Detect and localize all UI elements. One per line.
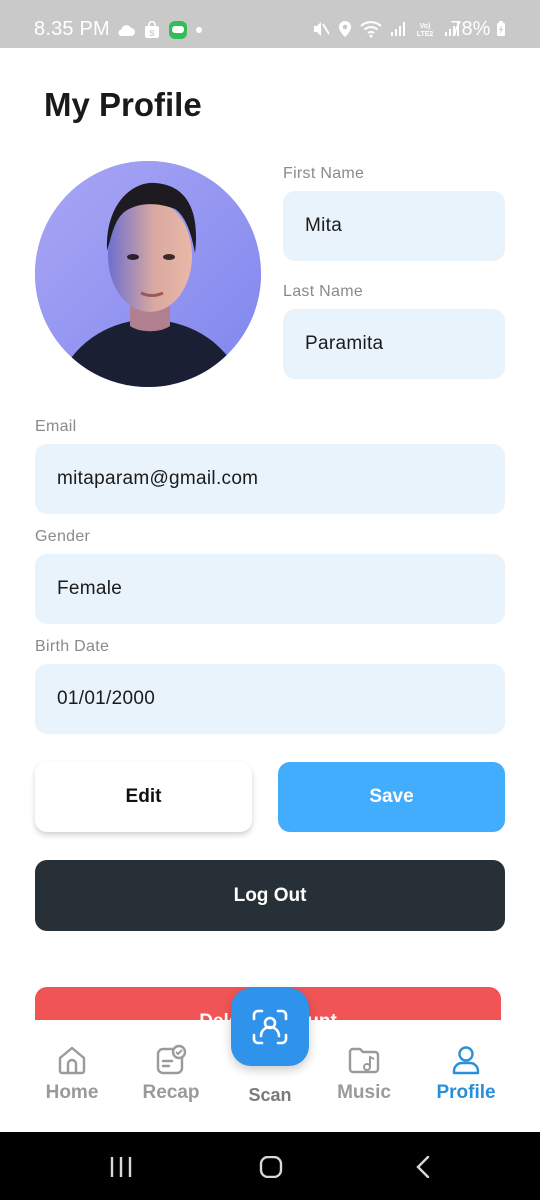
- gender-label: Gender: [35, 528, 91, 545]
- chat-app-icon: [169, 21, 187, 39]
- nav-profile-label: Profile: [436, 1082, 496, 1103]
- birth-date-value: 01/01/2000: [57, 688, 156, 709]
- recent-apps-icon[interactable]: [109, 1156, 133, 1178]
- volte-icon: Vo)LTE2: [417, 23, 434, 38]
- location-icon: [339, 21, 351, 37]
- status-left-icons: S: [116, 20, 202, 40]
- cloud-icon: [118, 25, 135, 36]
- last-name-value: Paramita: [305, 333, 384, 354]
- battery-percent: 78%: [450, 18, 491, 40]
- birth-date-label: Birth Date: [35, 638, 110, 655]
- birth-date-field[interactable]: 01/01/2000: [35, 664, 505, 734]
- battery-level: 78%: [450, 18, 506, 41]
- email-field[interactable]: mitaparam@gmail.com: [35, 444, 505, 514]
- nav-music[interactable]: Music: [314, 1044, 414, 1104]
- first-name-field[interactable]: Mita: [283, 191, 505, 261]
- email-value: mitaparam@gmail.com: [57, 468, 259, 489]
- nav-home[interactable]: Home: [22, 1044, 122, 1104]
- gender-value: Female: [57, 578, 123, 599]
- edit-button[interactable]: Edit: [35, 762, 252, 832]
- status-right-icons: Vo) LTE2: [312, 20, 460, 38]
- nav-recap-label: Recap: [142, 1082, 200, 1103]
- face-scan-icon: [252, 1009, 288, 1045]
- first-name-label: First Name: [283, 165, 365, 182]
- nav-music-label: Music: [337, 1082, 391, 1103]
- back-icon[interactable]: [414, 1156, 432, 1178]
- recap-icon: [156, 1044, 187, 1075]
- logout-button[interactable]: Log Out: [35, 860, 505, 931]
- page-title: My Profile: [44, 86, 202, 123]
- svg-text:LTE2: LTE2: [417, 31, 434, 38]
- mute-icon: [314, 22, 330, 36]
- battery-charging-icon: [497, 21, 505, 36]
- email-label: Email: [35, 418, 77, 435]
- home-button-icon[interactable]: [259, 1156, 283, 1178]
- nav-profile[interactable]: Profile: [416, 1044, 516, 1104]
- svg-text:Vo): Vo): [420, 23, 431, 30]
- save-button[interactable]: Save: [278, 762, 505, 832]
- last-name-label: Last Name: [283, 283, 364, 300]
- nav-home-label: Home: [45, 1082, 99, 1103]
- home-icon: [58, 1046, 86, 1075]
- scan-button[interactable]: [231, 988, 309, 1066]
- last-name-field[interactable]: Paramita: [283, 309, 505, 379]
- wifi-icon: [360, 21, 382, 38]
- svg-text:S: S: [149, 29, 155, 38]
- system-nav-bar: [0, 1132, 540, 1200]
- status-time: 8.35 PM: [34, 18, 110, 40]
- avatar[interactable]: [35, 161, 261, 387]
- gender-field[interactable]: Female: [35, 554, 505, 624]
- signal-icon: [391, 22, 405, 36]
- shopping-bag-icon: S: [145, 21, 159, 38]
- profile-icon: [452, 1046, 480, 1075]
- nav-scan-label: Scan: [248, 1085, 292, 1105]
- status-bar: 8.35 PM S Vo) LTE2 78%: [0, 0, 540, 48]
- first-name-value: Mita: [305, 215, 343, 236]
- nav-recap[interactable]: Recap: [121, 1044, 221, 1104]
- dot-icon: [196, 27, 202, 33]
- music-folder-icon: [348, 1047, 380, 1074]
- profile-photo: [35, 161, 261, 387]
